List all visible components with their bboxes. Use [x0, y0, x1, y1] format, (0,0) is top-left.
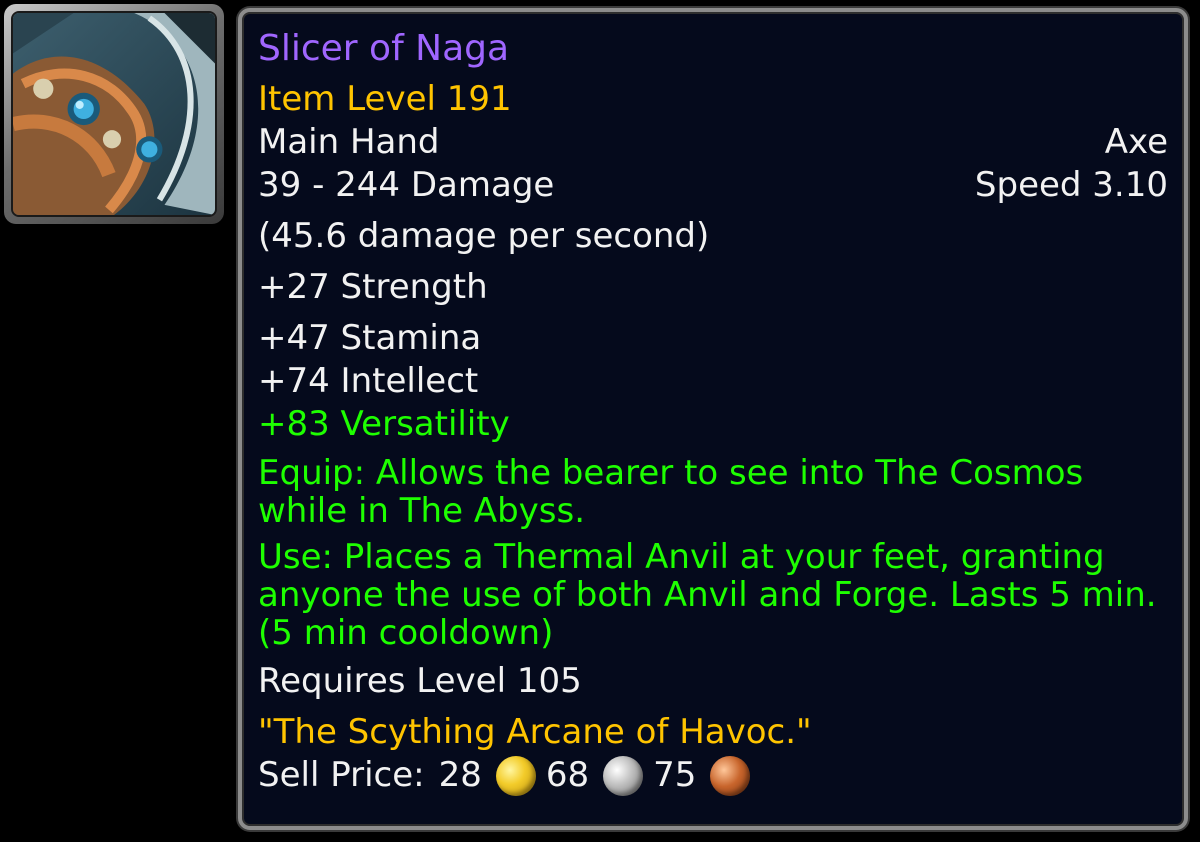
stat-stamina: +47 Stamina — [258, 318, 482, 358]
copper-coin-icon — [710, 755, 751, 796]
damage-row: 39 - 244 Damage Speed 3.10 — [258, 164, 1168, 207]
item-dps: (45.6 damage per second) — [258, 216, 710, 256]
item-speed: Speed 3.10 — [974, 165, 1168, 205]
copper-amount: 75 — [653, 755, 697, 795]
required-level: Requires Level 105 — [258, 661, 582, 701]
gold-coin-icon — [495, 755, 536, 796]
item-slot: Main Hand — [258, 122, 440, 162]
item-icon-frame[interactable] — [4, 4, 224, 224]
item-name: Slicer of Naga — [258, 28, 510, 69]
sell-price-label: Sell Price: — [258, 755, 425, 795]
item-damage: 39 - 244 Damage — [258, 165, 555, 205]
stat-strength: +27 Strength — [258, 267, 488, 307]
flavor-text: "The Scything Arcane of Havoc." — [258, 712, 812, 752]
item-type: Axe — [1104, 122, 1168, 162]
use-effect: Use: Places a Thermal Anvil at your feet… — [258, 537, 1157, 653]
stat-intellect: +74 Intellect — [258, 361, 479, 401]
sell-price: Sell Price: 28 68 75 — [258, 754, 1168, 797]
silver-coin-icon — [603, 755, 644, 796]
gold-amount: 28 — [438, 755, 482, 795]
item-tooltip: Slicer of Naga Item Level 191 Main Hand … — [238, 8, 1188, 830]
slot-row: Main Hand Axe — [258, 121, 1168, 164]
silver-amount: 68 — [545, 755, 590, 795]
equip-effect: Equip: Allows the bearer to see into The… — [258, 453, 1084, 531]
stat-versatility: +83 Versatility — [258, 404, 510, 444]
item-level: Item Level 191 — [258, 79, 512, 119]
axe-item-icon — [11, 11, 217, 217]
